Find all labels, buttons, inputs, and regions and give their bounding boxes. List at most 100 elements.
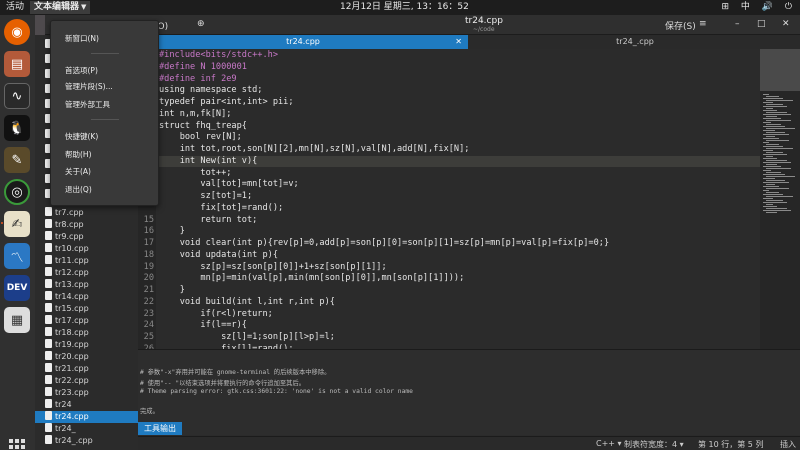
file-icon [45, 411, 52, 420]
close-tab-icon[interactable]: ✕ [455, 35, 462, 48]
file-list-item[interactable]: tr10.cpp [35, 243, 138, 255]
file-list-item[interactable]: tr19.cpp [35, 339, 138, 351]
file-list-item[interactable]: tr24_ [35, 423, 138, 435]
menu-item[interactable]: 快捷键(K) [51, 129, 158, 145]
usb-icon[interactable]: ▦ [4, 307, 30, 333]
file-list-item[interactable]: tr22.cpp [35, 375, 138, 387]
code-line[interactable]: fix[tot]=rand(); [138, 203, 760, 215]
menu-item[interactable]: 首选项(P) [51, 63, 158, 79]
app-menu-button[interactable]: 文本编辑器 ▼ [30, 1, 91, 14]
text-editor-icon[interactable]: ✍ [4, 211, 30, 237]
code-line[interactable]: #define N 1000001 [138, 62, 760, 74]
minimap-line [763, 186, 779, 187]
code-line[interactable]: 20 mn[p]=min(val[p],min(mn[son[p][0]],mn… [138, 273, 760, 285]
maximize-icon[interactable]: □ [757, 19, 766, 29]
system-tray[interactable]: ⊞ 中 🔊 ⏻ [712, 1, 792, 14]
file-name: tr13.cpp [55, 280, 89, 289]
code-editor[interactable]: #include<bits/stdc++.h> #define N 1000001… [138, 49, 760, 349]
code-line[interactable]: 17 void clear(int p){rev[p]=0,add[p]=son… [138, 238, 760, 250]
code-line[interactable]: #define inf 2e9 [138, 74, 760, 86]
close-window-icon[interactable]: ✕ [782, 19, 790, 29]
network-icon[interactable]: ⊞ [721, 2, 729, 12]
code-line[interactable]: int tot,root,son[N][2],mn[N],sz[N],val[N… [138, 144, 760, 156]
app-menu-dropdown: 新窗口(N) 首选项(P) 管理片段(S)... 管理外部工具 快捷键(K) 帮助(H) 关… [50, 20, 159, 206]
files-icon[interactable]: ▤ [4, 51, 30, 77]
file-list-item[interactable]: tr8.cpp [35, 219, 138, 231]
menu-item[interactable]: 新窗口(N) [51, 31, 158, 47]
tab-tool-output[interactable]: 工具输出 [138, 422, 182, 435]
code-line[interactable]: 19 sz[p]=sz[son[p][0]]+1+sz[son[p][1]]; [138, 262, 760, 274]
minimap-line [763, 198, 773, 199]
code-line[interactable]: 23 if(r<l)return; [138, 309, 760, 321]
code-line[interactable]: bool rev[N]; [138, 132, 760, 144]
code-line[interactable]: 25 sz[l]=1;son[p][l>p]=l; [138, 332, 760, 344]
file-list-item[interactable]: tr12.cpp [35, 267, 138, 279]
hamburger-menu-icon[interactable]: ≡ [699, 19, 707, 29]
volume-icon[interactable]: 🔊 [762, 2, 773, 12]
code-line[interactable]: tot++; [138, 168, 760, 180]
file-list-item[interactable]: tr24 [35, 399, 138, 411]
tab-tr24_-cpp[interactable]: tr24_.cpp [470, 35, 800, 49]
menu-item[interactable]: 退出(Q) [51, 182, 158, 198]
file-list-item[interactable]: tr14.cpp [35, 291, 138, 303]
minimap[interactable] [760, 49, 800, 349]
file-list-item[interactable]: tr17.cpp [35, 315, 138, 327]
line-number: 25 [143, 332, 154, 342]
activities-button[interactable]: 活动 [6, 1, 24, 14]
line-number: 15 [143, 214, 154, 225]
code-line[interactable]: typedef pair<int,int> pii; [138, 97, 760, 109]
code-line[interactable]: 18 void updata(int p){ [138, 250, 760, 262]
firefox-icon[interactable]: ◉ [4, 19, 30, 45]
menu-separator [91, 119, 119, 120]
file-list-item[interactable]: tr18.cpp [35, 327, 138, 339]
show-applications-icon[interactable] [9, 439, 25, 450]
file-list-item[interactable]: tr24_.cpp [35, 435, 138, 447]
code-line[interactable]: int n,m,fk[N]; [138, 109, 760, 121]
file-list-item[interactable]: tr11.cpp [35, 255, 138, 267]
code-line[interactable]: 24 if(l==r){ [138, 320, 760, 332]
insert-mode[interactable]: 插入 [780, 439, 796, 450]
sysmon-icon[interactable]: 〽 [4, 243, 30, 269]
file-list-item[interactable]: tr9.cpp [35, 231, 138, 243]
file-list-item[interactable]: tr15.cpp [35, 303, 138, 315]
menu-item[interactable]: 管理片段(S)... [51, 79, 158, 95]
minimap-line [766, 184, 775, 185]
tools-icon[interactable]: ✎ [4, 147, 30, 173]
code-line[interactable]: #include<bits/stdc++.h> [138, 50, 760, 62]
code-line[interactable]: sz[tot]=1; [138, 191, 760, 203]
language-selector[interactable]: C++ ▾ [596, 439, 622, 448]
file-list-item[interactable]: tr24.cpp [35, 411, 138, 423]
code-line[interactable]: struct fhq_treap{ [138, 121, 760, 133]
current-line[interactable]: int New(int v){ [138, 155, 760, 168]
menu-item[interactable]: 帮助(H) [51, 147, 158, 163]
tab-tr24-cpp[interactable]: tr24.cpp ✕ [138, 35, 468, 49]
menu-item[interactable]: 关于(A) [51, 164, 158, 180]
code-line[interactable]: 16 } [138, 226, 760, 238]
dev-icon[interactable]: DEV [4, 275, 30, 301]
code-line[interactable]: 15 return tot; [138, 215, 760, 227]
file-list-item[interactable]: tr21.cpp [35, 363, 138, 375]
code-line[interactable]: 21 } [138, 285, 760, 297]
code-line[interactable]: using namespace std; [138, 85, 760, 97]
file-list-item[interactable]: tr23.cpp [35, 387, 138, 399]
minimize-icon[interactable]: – [735, 19, 740, 29]
tab-width-selector[interactable]: 制表符宽度：4 ▾ [624, 439, 684, 450]
minimap-line [763, 154, 787, 155]
code-line[interactable]: val[tot]=mn[tot]=v; [138, 179, 760, 191]
file-list-item[interactable]: tr20.cpp [35, 351, 138, 363]
browser-icon[interactable]: ◎ [4, 179, 30, 205]
minimap-viewport[interactable] [760, 49, 800, 91]
clock[interactable]: 12月12日 星期三, 13：16：52 [340, 1, 469, 14]
code-line[interactable]: 22 void build(int l,int r,int p){ [138, 297, 760, 309]
menu-item[interactable]: 管理外部工具 [51, 97, 158, 113]
file-list-item[interactable]: tr7.cpp [35, 207, 138, 219]
new-tab-icon[interactable]: ⊕ [197, 19, 205, 29]
file-list-item[interactable]: tr13.cpp [35, 279, 138, 291]
save-button[interactable]: 保存(S) [665, 19, 696, 32]
code-text: struct fhq_treap{ [159, 120, 247, 131]
cursor-position[interactable]: 第 10 行，第 5 列 [698, 439, 763, 450]
system-monitor-icon[interactable]: ∿ [4, 83, 30, 109]
input-method-indicator[interactable]: 中 [741, 2, 750, 12]
power-icon[interactable]: ⏻ [785, 2, 792, 12]
qq-icon[interactable]: 🐧 [4, 115, 30, 141]
